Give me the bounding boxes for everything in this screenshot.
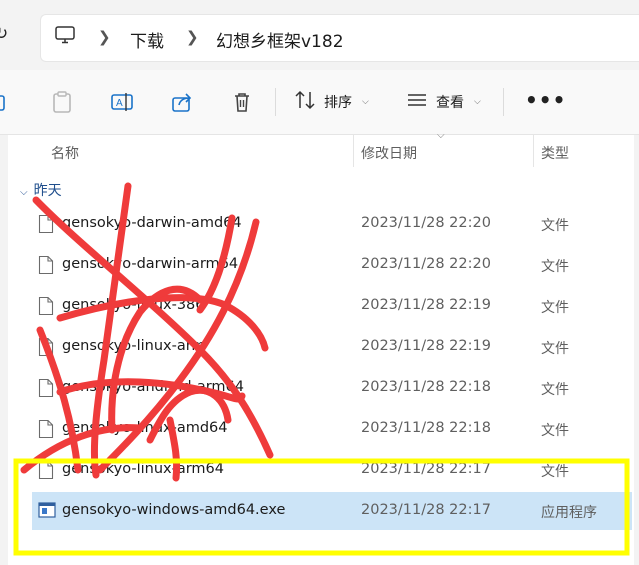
breadcrumb-chevron-icon[interactable]: ❯	[186, 28, 199, 46]
breadcrumb-chevron-icon[interactable]: ❯	[98, 28, 111, 46]
file-row[interactable]: gensokyo-linux-amd64 2023/11/28 22:18 文件	[32, 410, 632, 448]
file-type: 文件	[541, 423, 569, 439]
column-divider[interactable]	[533, 135, 534, 167]
file-type: 文件	[541, 259, 569, 275]
copy-icon[interactable]	[0, 90, 12, 114]
file-icon	[38, 378, 54, 402]
sort-icon	[294, 90, 316, 114]
chevron-down-icon: ⌵	[474, 97, 481, 107]
column-header-modified[interactable]: 修改日期	[361, 143, 417, 163]
chevron-down-icon: ⌵	[20, 187, 28, 198]
file-date: 2023/11/28 22:18	[361, 420, 491, 436]
file-name: gensokyo-android-arm64	[62, 379, 245, 395]
file-row[interactable]: gensokyo-darwin-arm64 2023/11/28 22:20 文…	[32, 246, 632, 284]
column-divider[interactable]	[353, 135, 354, 167]
file-row[interactable]: gensokyo-android-arm64 2023/11/28 22:18 …	[32, 369, 632, 407]
file-name: gensokyo-linux-amd64	[62, 420, 228, 436]
file-icon	[38, 255, 54, 279]
column-header-type[interactable]: 类型	[541, 143, 569, 163]
view-label: 查看	[436, 95, 464, 111]
file-icon	[38, 296, 54, 320]
file-row-selected[interactable]: gensokyo-windows-amd64.exe 2023/11/28 22…	[32, 492, 632, 530]
file-icon	[38, 337, 54, 361]
file-row[interactable]: gensokyo-darwin-amd64 2023/11/28 22:20 文…	[32, 205, 632, 243]
file-type: 文件	[541, 341, 569, 357]
file-type: 应用程序	[541, 505, 597, 521]
sort-label: 排序	[324, 95, 352, 111]
file-icon	[38, 419, 54, 443]
sort-button[interactable]: 排序 ⌵	[294, 90, 369, 114]
file-date: 2023/11/28 22:18	[361, 379, 491, 395]
file-type: 文件	[541, 464, 569, 480]
file-name: gensokyo-linux-386	[62, 297, 205, 313]
more-options-icon[interactable]: •••	[525, 88, 566, 112]
delete-icon[interactable]	[230, 90, 254, 114]
sort-indicator-icon: ⌵	[437, 130, 445, 141]
command-bar: A 排序 ⌵ 查看 ⌵ •••	[0, 70, 639, 135]
chevron-down-icon: ⌵	[362, 97, 369, 107]
file-name: gensokyo-darwin-amd64	[62, 215, 242, 231]
svg-text:A: A	[116, 98, 123, 109]
file-date: 2023/11/28 22:19	[361, 297, 491, 313]
navigation-pane-edge	[0, 135, 8, 565]
file-icon	[38, 460, 54, 484]
rename-icon[interactable]: A	[110, 90, 134, 114]
file-type: 文件	[541, 382, 569, 398]
group-label: 昨天	[33, 183, 62, 199]
vertical-scrollbar[interactable]	[634, 135, 639, 565]
share-icon[interactable]	[170, 90, 194, 114]
file-row[interactable]: gensokyo-linux-arm64 2023/11/28 22:17 文件	[32, 451, 632, 489]
file-date: 2023/11/28 22:17	[361, 461, 491, 477]
file-name: gensokyo-linux-arm	[62, 338, 206, 354]
file-date: 2023/11/28 22:17	[361, 502, 491, 518]
file-name: gensokyo-windows-amd64.exe	[62, 502, 286, 518]
file-date: 2023/11/28 22:19	[361, 338, 491, 354]
file-row[interactable]: gensokyo-linux-arm 2023/11/28 22:19 文件	[32, 328, 632, 366]
toolbar-divider	[275, 88, 276, 116]
address-bar: ↻ ❯ 下载 ❯ 幻想乡框架v182	[0, 0, 639, 70]
group-header-yesterday[interactable]: ⌵ 昨天	[20, 180, 62, 200]
file-date: 2023/11/28 22:20	[361, 256, 491, 272]
this-pc-icon[interactable]	[55, 26, 75, 48]
column-header-name[interactable]: 名称	[51, 143, 79, 163]
file-row[interactable]: gensokyo-linux-386 2023/11/28 22:19 文件	[32, 287, 632, 325]
file-type: 文件	[541, 300, 569, 316]
file-date: 2023/11/28 22:20	[361, 215, 491, 231]
view-button[interactable]: 查看 ⌵	[406, 90, 481, 114]
application-icon	[38, 501, 56, 523]
toolbar-divider	[503, 88, 504, 116]
file-type: 文件	[541, 218, 569, 234]
file-name: gensokyo-linux-arm64	[62, 461, 224, 477]
file-icon	[38, 214, 54, 238]
paste-icon[interactable]	[50, 90, 74, 114]
view-icon	[406, 91, 428, 113]
breadcrumb-downloads[interactable]: 下载	[130, 27, 164, 52]
breadcrumb-current-folder[interactable]: 幻想乡框架v182	[216, 27, 344, 52]
file-name: gensokyo-darwin-arm64	[62, 256, 239, 272]
refresh-icon[interactable]: ↻	[0, 24, 8, 44]
